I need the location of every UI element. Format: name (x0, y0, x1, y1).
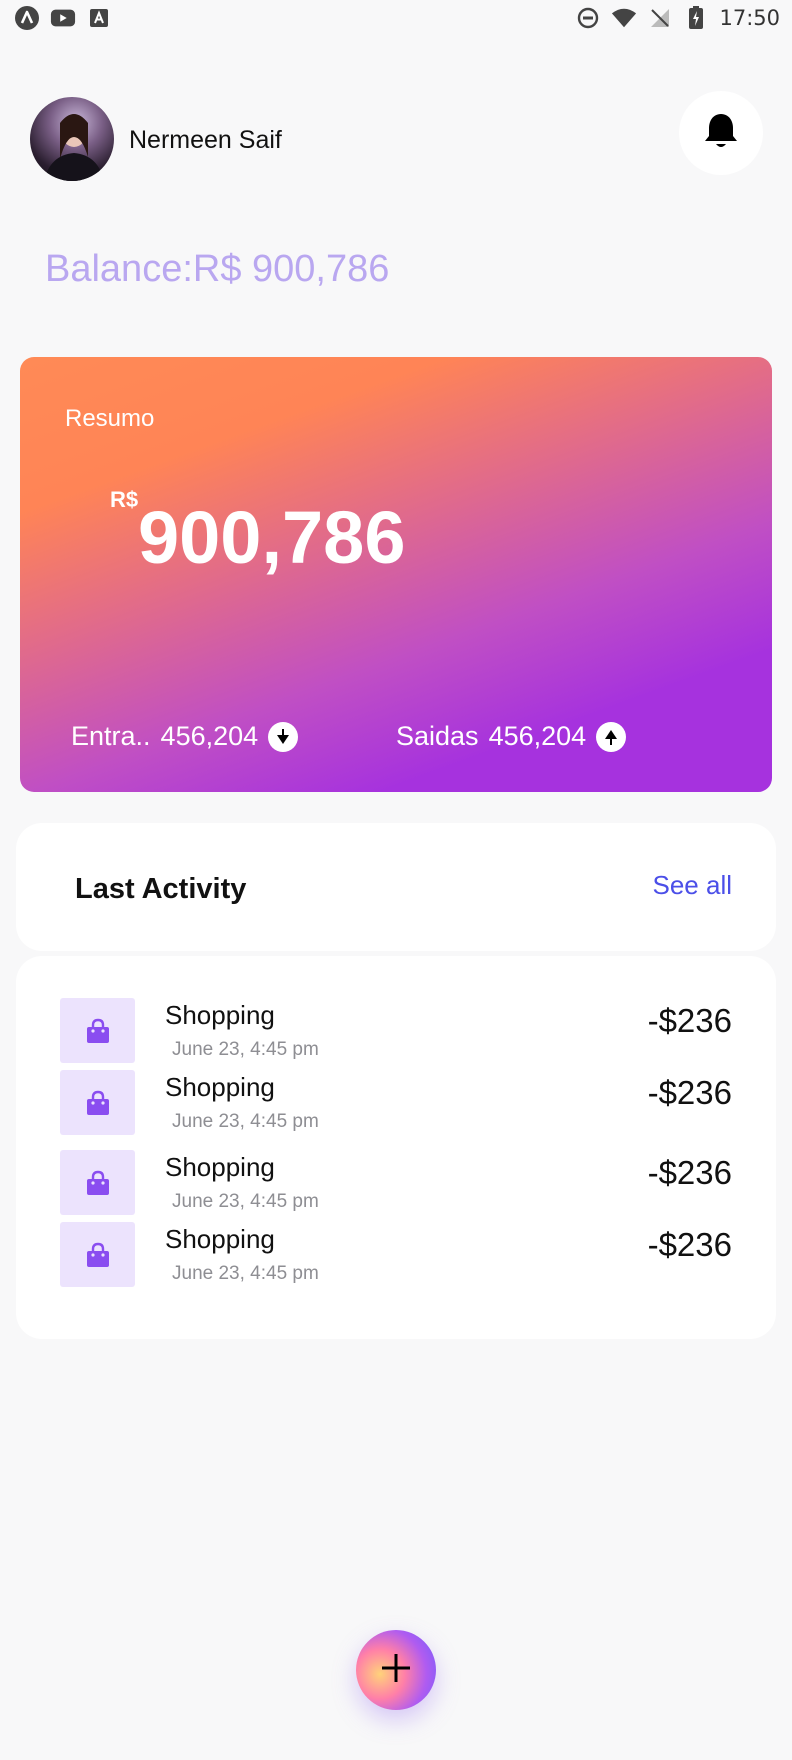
arrow-up-icon (596, 721, 627, 752)
transaction-title: Shopping (165, 1072, 275, 1102)
no-signal-icon (647, 5, 673, 31)
status-left-icons (14, 5, 112, 31)
transaction-title: Shopping (165, 1152, 275, 1182)
transaction-row[interactable]: Shopping June 23, 4:45 pm -$236 (16, 998, 776, 1064)
transaction-amount: -$236 (647, 1226, 732, 1263)
wifi-icon (611, 5, 637, 31)
transaction-amount: -$236 (647, 1002, 732, 1039)
transaction-row[interactable]: Shopping June 23, 4:45 pm -$236 (16, 1222, 776, 1288)
expense-stat: Saidas 456,204 (396, 721, 627, 752)
notification-button[interactable] (679, 91, 763, 175)
app-a-icon (14, 5, 40, 31)
transaction-title: Shopping (165, 1000, 275, 1030)
see-all-link[interactable]: See all (653, 870, 733, 901)
income-value: 456,204 (160, 721, 259, 751)
summary-currency: R$ (110, 487, 139, 512)
transaction-row[interactable]: Shopping June 23, 4:45 pm -$236 (16, 1150, 776, 1216)
youtube-icon (50, 5, 76, 31)
transaction-date: June 23, 4:45 pm (172, 1111, 319, 1132)
transaction-row[interactable]: Shopping June 23, 4:45 pm -$236 (16, 1070, 776, 1136)
battery-charging-icon (683, 5, 709, 31)
transactions-card: Shopping June 23, 4:45 pm -$236 Shopping… (16, 956, 776, 1339)
shopping-bag-icon (60, 1222, 135, 1287)
income-stat: Entra.. 456,204 (71, 721, 299, 752)
dnd-icon (575, 5, 601, 31)
font-a-icon (86, 5, 112, 31)
home-screen: 17:50 Nermeen Saif Balance:R$ 900,786 Re… (0, 0, 792, 1760)
bell-icon (704, 112, 738, 155)
status-right-icons: 17:50 (575, 5, 780, 31)
transaction-amount: -$236 (647, 1154, 732, 1191)
summary-card: Resumo R$ 900,786 Entra.. 456,204 Saidas… (20, 357, 772, 792)
plus-icon (379, 1651, 413, 1690)
transaction-date: June 23, 4:45 pm (172, 1191, 319, 1212)
status-bar: 17:50 (0, 0, 792, 36)
transaction-date: June 23, 4:45 pm (172, 1039, 319, 1060)
shopping-bag-icon (60, 998, 135, 1063)
status-time: 17:50 (719, 6, 780, 30)
arrow-down-icon (268, 721, 299, 752)
summary-title: Resumo (65, 405, 155, 432)
activity-header-card: Last Activity See all (16, 823, 776, 951)
transaction-amount: -$236 (647, 1074, 732, 1111)
shopping-bag-icon (60, 1150, 135, 1215)
transaction-date: June 23, 4:45 pm (172, 1263, 319, 1284)
summary-amount: 900,786 (138, 496, 406, 579)
add-button[interactable] (356, 1630, 436, 1710)
activity-title: Last Activity (75, 873, 247, 905)
expense-value: 456,204 (488, 721, 587, 751)
transaction-title: Shopping (165, 1224, 275, 1254)
income-label: Entra.. (71, 721, 151, 751)
expense-label: Saidas (396, 721, 479, 751)
user-name: Nermeen Saif (129, 126, 282, 154)
user-avatar[interactable] (30, 97, 114, 181)
shopping-bag-icon (60, 1070, 135, 1135)
balance-text: Balance:R$ 900,786 (45, 248, 390, 290)
